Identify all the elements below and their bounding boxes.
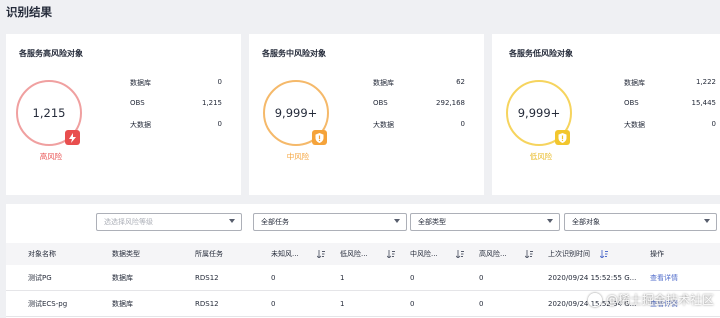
stat-row-obs: OBS 15,445: [624, 99, 716, 107]
low-risk-ring: 9,999+: [506, 80, 572, 146]
stat-row-obs: OBS 1,215: [130, 99, 222, 107]
card-title: 各服务高风险对象: [19, 49, 83, 58]
risk-level-placeholder: 选选择风险等级: [104, 218, 153, 226]
lightning-icon: [65, 130, 80, 145]
cell-data-type: 数据库: [112, 300, 133, 308]
stat-label: 大数据: [373, 121, 394, 129]
stat-value: 1,222: [695, 78, 716, 86]
object-select[interactable]: 全部对象: [564, 213, 717, 231]
stat-label: 数据库: [373, 79, 394, 87]
table-header: 对象名称 数据类型 所属任务 未知风... 低风险... 中风险... 高风险.…: [6, 243, 720, 265]
sort-icon[interactable]: [317, 250, 325, 258]
high-risk-ring: 1,215: [16, 80, 82, 146]
juejin-logo-icon: [587, 292, 602, 307]
object-select-value: 全部对象: [572, 218, 600, 226]
shield-icon: [312, 130, 327, 145]
cell-last-scan-time: 2020/09/24 15:52:55 G...: [548, 274, 637, 282]
column-header-low-risk: 低风险...: [340, 250, 368, 258]
column-header-unknown-risk: 未知风...: [271, 250, 299, 258]
stat-label: 数据库: [130, 79, 151, 87]
stat-value: 0: [460, 120, 465, 128]
cell-unknown-risk: 0: [271, 274, 276, 282]
column-header-task: 所属任务: [195, 250, 223, 258]
card-title: 各服务中风险对象: [262, 49, 326, 58]
cell-task: RDS12: [195, 300, 219, 308]
view-details-link[interactable]: 查看详情: [650, 265, 678, 291]
stat-value: 1,215: [201, 99, 222, 107]
column-header-last-scan-time: 上次识别时间: [548, 250, 590, 258]
column-header-data-type: 数据类型: [112, 250, 140, 258]
medium-risk-card: 各服务中风险对象 9,999+ 中风险 数据库 62 OBS 292,168 大数据…: [249, 34, 484, 195]
stat-label: 数据库: [624, 79, 645, 87]
stat-row-obs: OBS 292,168: [373, 99, 465, 107]
cell-low-risk: 1: [340, 300, 345, 308]
stat-value: 62: [456, 78, 465, 86]
watermark: @稀土掘金技术社区: [587, 291, 714, 308]
stat-row-database: 数据库 0: [130, 78, 222, 88]
stat-row-bigdata: 大数据 0: [373, 120, 465, 130]
cell-name: 测试PG: [28, 274, 52, 282]
column-header-medium-risk: 中风险...: [410, 250, 438, 258]
stat-label: OBS: [130, 99, 145, 107]
stat-value: 0: [711, 120, 716, 128]
column-header-actions: 操作: [650, 250, 664, 258]
cell-low-risk: 1: [340, 274, 345, 282]
cell-name: 测试ECS-pg: [28, 300, 68, 308]
task-select[interactable]: 全部任务: [253, 213, 407, 231]
stat-row-database: 数据库 1,222: [624, 78, 716, 88]
high-risk-label: 高风险: [39, 152, 63, 161]
type-select[interactable]: 全部类型: [410, 213, 560, 231]
high-risk-card: 各服务高风险对象 1,215 高风险 数据库 0 OBS 1,215 大数据 0: [6, 34, 241, 195]
card-title: 各服务低风险对象: [509, 49, 573, 58]
column-header-name: 对象名称: [28, 250, 56, 258]
risk-level-select[interactable]: 选选择风险等级: [96, 213, 242, 231]
stat-label: OBS: [373, 99, 388, 107]
cell-data-type: 数据库: [112, 274, 133, 282]
watermark-text: @稀土掘金技术社区: [605, 293, 714, 307]
chevron-down-icon: [704, 219, 710, 223]
medium-risk-ring: 9,999+: [263, 80, 329, 146]
page-title: 识别结果: [6, 5, 52, 19]
stat-row-database: 数据库 62: [373, 78, 465, 88]
stat-value: 0: [217, 120, 222, 128]
sort-icon[interactable]: [525, 250, 533, 258]
type-select-value: 全部类型: [418, 218, 446, 226]
stat-value: 15,445: [691, 99, 717, 107]
column-header-high-risk: 高风险...: [479, 250, 507, 258]
stat-value: 292,168: [436, 99, 465, 107]
task-select-value: 全部任务: [261, 218, 289, 226]
cell-task: RDS12: [195, 274, 219, 282]
stat-row-bigdata: 大数据 0: [624, 120, 716, 130]
cell-medium-risk: 0: [410, 274, 415, 282]
shield-icon: [555, 130, 570, 145]
stat-label: 大数据: [624, 121, 645, 129]
medium-risk-label: 中风险: [286, 152, 310, 161]
low-risk-label: 低风险: [529, 152, 553, 161]
chevron-down-icon: [547, 219, 553, 223]
table-row: 测试PG 数据库 RDS12 0 1 0 0 2020/09/24 15:52:…: [6, 265, 720, 291]
stat-row-bigdata: 大数据 0: [130, 120, 222, 130]
sort-active-icon[interactable]: [600, 250, 608, 258]
chevron-down-icon: [229, 219, 235, 223]
low-risk-card: 各服务低风险对象 9,999+ 低风险 数据库 1,222 OBS 15,445 大…: [492, 34, 720, 195]
stat-label: OBS: [624, 99, 639, 107]
cell-high-risk: 0: [479, 300, 484, 308]
sort-icon[interactable]: [456, 250, 464, 258]
stat-label: 大数据: [130, 121, 151, 129]
cell-medium-risk: 0: [410, 300, 415, 308]
chevron-down-icon: [394, 219, 400, 223]
sort-icon[interactable]: [387, 250, 395, 258]
cell-high-risk: 0: [479, 274, 484, 282]
stat-value: 0: [217, 78, 222, 86]
cell-unknown-risk: 0: [271, 300, 276, 308]
